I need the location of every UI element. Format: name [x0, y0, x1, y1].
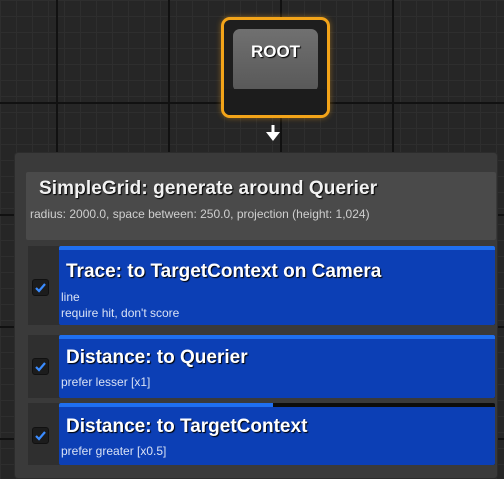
test-enabled-checkbox[interactable] [32, 279, 49, 296]
score-bar-fill [59, 403, 273, 407]
test-detail: require hit, don't score [61, 306, 180, 320]
test-card-trace[interactable]: Trace: to TargetContext on Camera line r… [59, 246, 495, 325]
test-title: Distance: to TargetContext [66, 416, 308, 437]
checkmark-icon [35, 362, 46, 372]
root-node[interactable]: ROOT [221, 17, 330, 118]
generator-title: SimpleGrid: generate around Querier [39, 178, 378, 199]
generator-description: radius: 2000.0, space between: 250.0, pr… [30, 207, 370, 221]
test-row-trace: Trace: to TargetContext on Camera line r… [28, 246, 495, 325]
test-detail: line [61, 290, 80, 304]
test-title: Trace: to TargetContext on Camera [66, 261, 382, 282]
root-node-body: ROOT [233, 29, 318, 92]
arrow-down-icon [266, 125, 280, 141]
generator-node[interactable]: SimpleGrid: generate around Querier radi… [15, 153, 497, 478]
test-row-distance-target: Distance: to TargetContext prefer greate… [28, 403, 495, 465]
test-row-distance-querier: Distance: to Querier prefer lesser [x1] [28, 335, 495, 398]
test-detail: prefer greater [x0.5] [61, 444, 167, 458]
checkmark-icon [35, 431, 46, 441]
root-output-pin-area[interactable] [224, 89, 327, 115]
test-card-distance-target[interactable]: Distance: to TargetContext prefer greate… [59, 403, 495, 465]
score-bar [59, 403, 495, 407]
test-card-distance-querier[interactable]: Distance: to Querier prefer lesser [x1] [59, 335, 495, 398]
test-enabled-checkbox[interactable] [32, 358, 49, 375]
test-title: Distance: to Querier [66, 347, 248, 368]
test-detail: prefer lesser [x1] [61, 375, 151, 389]
root-node-label: ROOT [250, 42, 301, 61]
test-enabled-checkbox[interactable] [32, 427, 49, 444]
score-bar [59, 335, 495, 339]
checkmark-icon [35, 283, 46, 293]
score-bar [59, 246, 495, 250]
